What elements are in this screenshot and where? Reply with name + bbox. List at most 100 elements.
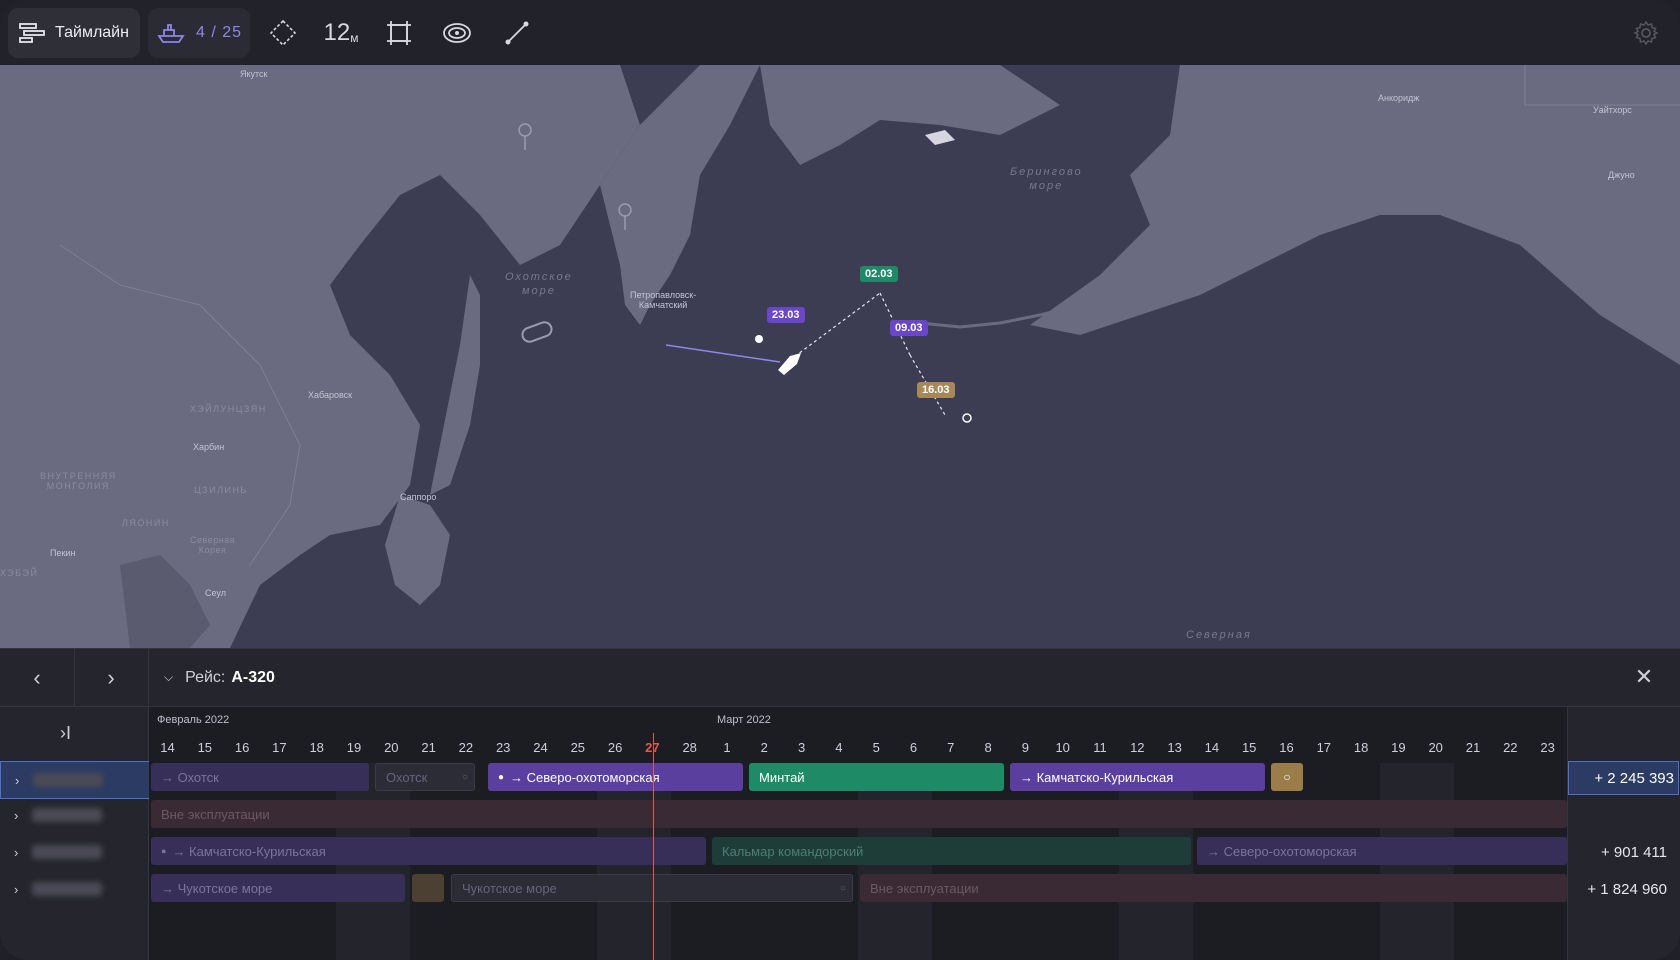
day-label: 10: [1055, 740, 1070, 755]
day-label: 12: [1130, 740, 1145, 755]
trip-bar[interactable]: Минтай: [749, 763, 1004, 791]
trip-bar[interactable]: → Охотск: [151, 763, 369, 791]
polygon-tool-button[interactable]: [258, 8, 308, 58]
route-point-end[interactable]: [962, 413, 972, 423]
day-label: 5: [872, 740, 880, 755]
land-chukotka: [760, 65, 1060, 165]
status-circle-icon: ○: [839, 882, 846, 894]
day-label: 18: [1353, 740, 1369, 755]
city-juneau: Джуно: [1608, 170, 1635, 180]
next-button[interactable]: ›: [74, 649, 149, 706]
trip-selector[interactable]: ⌵ Рейс: А-320: [164, 649, 275, 706]
row-total: + 1 824 960: [1587, 880, 1667, 898]
crop-icon: [387, 21, 411, 45]
map-zone-icon[interactable]: [521, 320, 554, 343]
chevron-right-icon: ›: [107, 664, 115, 690]
row-total: + 901 411: [1600, 843, 1667, 861]
collapse-panel-icon[interactable]: ›I: [60, 723, 71, 744]
day-label: 11: [1093, 740, 1107, 755]
totals-column: + 2 245 393 + 901 411 + 1 824 960: [1567, 707, 1680, 960]
day-label: 4: [835, 740, 843, 755]
vessel-marker-icon[interactable]: [778, 353, 801, 375]
day-label: 19: [1391, 740, 1406, 755]
region-heilongjiang: хэйлунцзян: [190, 404, 267, 414]
trip-bar[interactable]: → Камчатско-Курильская: [1010, 763, 1265, 791]
vessels-filter-button[interactable]: 4 / 25: [148, 8, 250, 58]
close-button[interactable]: ✕: [1628, 661, 1660, 693]
trip-bar[interactable]: Вне эксплуатации: [151, 800, 1567, 828]
city-sapporo: Саппоро: [400, 492, 437, 502]
city-whitehorse: Уайтхорс: [1593, 105, 1632, 115]
chevron-right-icon: ›: [14, 844, 19, 860]
land-hokkaido: [385, 495, 450, 605]
day-label: 16: [234, 740, 250, 755]
vessel-row-label[interactable]: ›: [0, 761, 150, 799]
city-anchorage: Анкоридж: [1378, 93, 1420, 103]
crop-tool-button[interactable]: [374, 8, 424, 58]
trip-bar[interactable]: ○: [1271, 763, 1303, 791]
route-date-tag[interactable]: 23.03: [767, 307, 805, 323]
trip-bar[interactable]: ● → Камчатско-Курильская: [151, 837, 706, 865]
day-label: 28: [682, 740, 697, 755]
settings-button[interactable]: [1626, 8, 1666, 58]
day-label: 15: [197, 740, 213, 755]
vessel-marker-2-icon[interactable]: [925, 130, 955, 145]
prev-button[interactable]: ‹: [0, 649, 75, 706]
vessel-row-label[interactable]: ›: [0, 834, 148, 870]
day-label: 14: [160, 740, 175, 755]
radius-tool-button[interactable]: [432, 8, 482, 58]
route-date-tag[interactable]: 09.03: [890, 320, 928, 336]
vessel-name-blurred: [33, 773, 104, 787]
day-label: 3: [797, 740, 806, 755]
timeline-grid[interactable]: Февраль 2022 Март 2022 14 15 16 17 18 19 20 21 2…: [149, 707, 1567, 960]
polygon-icon: [269, 19, 297, 47]
route-date-tag[interactable]: 16.03: [917, 382, 955, 398]
trip-id: А-320: [231, 668, 275, 686]
trip-bar[interactable]: → Северо-охотоморская: [1197, 837, 1567, 865]
current-dot-icon: ●: [161, 846, 167, 856]
day-label: 18: [309, 740, 324, 755]
distance-limit-button[interactable]: 12м: [316, 8, 366, 58]
route-date-tag[interactable]: 02.03: [860, 266, 898, 282]
vessel-name-blurred: [32, 845, 103, 859]
day-label: 25: [570, 740, 586, 755]
trip-bar[interactable]: Вне эксплуатации: [860, 874, 1567, 902]
trip-bar[interactable]: → Чукотское море: [151, 874, 405, 902]
route-point-start[interactable]: [755, 335, 763, 343]
trip-bar[interactable]: Кальмар командорский: [712, 837, 1191, 865]
trip-bar[interactable]: ● → Северо-охотоморская: [488, 763, 743, 791]
city-yakutsk: Якутск: [240, 69, 268, 79]
map-canvas: [0, 65, 1680, 648]
month-label: Февраль 2022: [157, 714, 230, 726]
vessel-row-label[interactable]: ›: [0, 797, 148, 833]
route-line-icon: [505, 21, 529, 45]
day-label: 14: [1204, 740, 1220, 755]
region-jilin: цзилинь: [194, 485, 248, 495]
vessel-list: ›I › › › ›: [0, 707, 150, 960]
land-alaska: [1030, 65, 1680, 365]
trip-bar-label: → Северо-охотоморская: [510, 769, 660, 785]
day-label: 23: [495, 740, 511, 755]
timeline-header: ‹ › ⌵ Рейс: А-320 ✕: [0, 649, 1680, 707]
day-label: 24: [533, 740, 548, 755]
city-khabarovsk: Хабаровск: [308, 390, 353, 400]
trip-bar[interactable]: [412, 874, 444, 902]
vessel-row-label[interactable]: ›: [0, 871, 148, 907]
trip-bar-label: Охотск: [386, 769, 428, 785]
day-label: 20: [1428, 740, 1443, 755]
route-tool-button[interactable]: [492, 8, 542, 58]
chevron-right-icon: ›: [14, 807, 19, 823]
trip-bar[interactable]: Охотск ○: [375, 763, 475, 791]
vessel-name-blurred: [32, 882, 103, 896]
map-view[interactable]: Якутск Анкоридж Уайтхорс Джуно Петропавл…: [0, 65, 1680, 648]
sea-north-label: Северная: [1186, 629, 1252, 641]
day-label: 16: [1279, 740, 1294, 755]
row-total: + 2 245 393: [1568, 761, 1679, 795]
day-label: 22: [1503, 740, 1518, 755]
day-label: 26: [607, 740, 623, 755]
status-circle-icon: ○: [461, 771, 468, 783]
timeline-icon: [19, 23, 45, 43]
timeline-button[interactable]: Таймлайн: [8, 8, 140, 58]
chevron-down-icon: ⌵: [164, 670, 174, 684]
day-label: 17: [272, 740, 287, 755]
